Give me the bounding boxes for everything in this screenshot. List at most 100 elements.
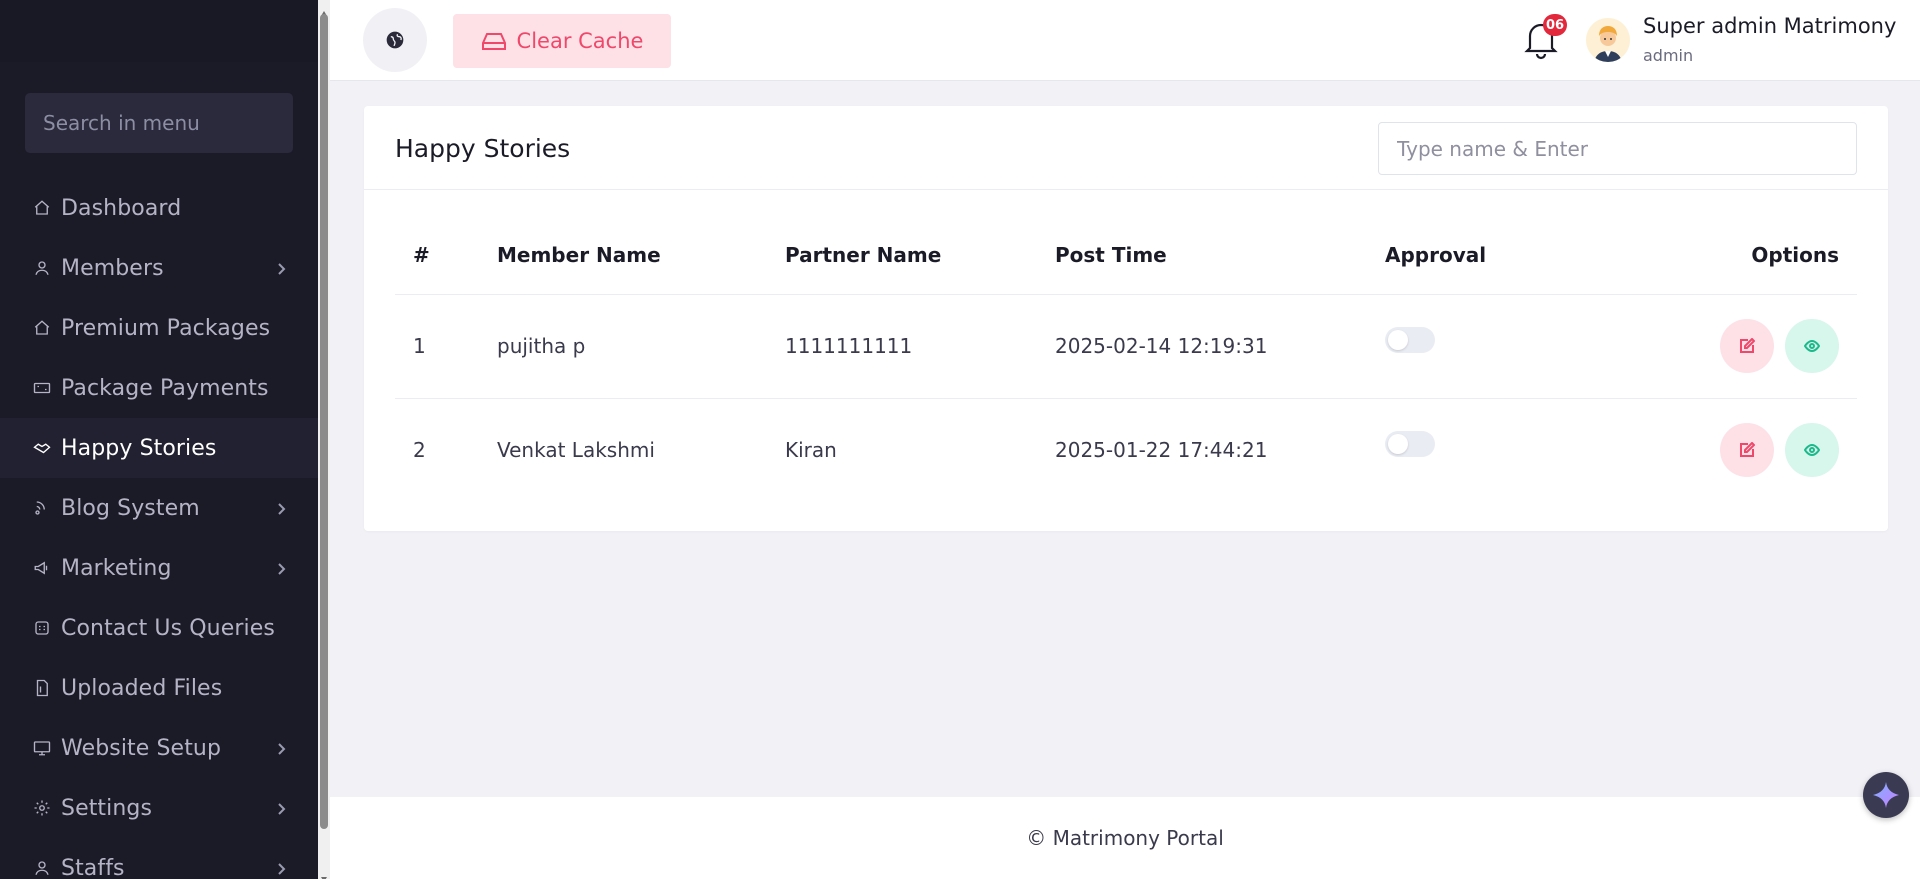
approval-cell <box>1367 294 1667 399</box>
happy-stories-card: Happy Stories # Member Name Partner Name… <box>364 106 1888 531</box>
partner-name: 1111111111 <box>767 294 1037 399</box>
options-cell <box>1667 294 1857 399</box>
post-time: 2025-02-14 12:19:31 <box>1037 294 1367 399</box>
user-role: admin <box>1643 46 1694 65</box>
sidebar-item-label: Settings <box>61 795 153 821</box>
options-cell <box>1667 398 1857 502</box>
sidebar-item-premium-packages[interactable]: Premium Packages <box>0 298 318 358</box>
language-globe-button[interactable] <box>363 8 427 72</box>
eye-icon <box>1804 444 1820 457</box>
sidebar-item-members[interactable]: Members <box>0 238 318 298</box>
eye-icon <box>1804 339 1820 353</box>
chevron-right-icon <box>274 561 288 575</box>
sidebar-item-label: Uploaded Files <box>61 675 223 701</box>
footer: © Matrimony Portal <box>330 797 1920 879</box>
member-name: pujitha p <box>479 294 767 399</box>
menu-search-input[interactable] <box>25 93 293 153</box>
scrollbar-thumb[interactable] <box>320 14 328 829</box>
user-icon <box>32 258 52 278</box>
scroll-down-arrow-icon[interactable] <box>320 868 328 879</box>
globe-icon <box>386 31 404 49</box>
blog-icon <box>32 498 52 518</box>
sidebar-item-website-setup[interactable]: Website Setup <box>0 718 318 778</box>
row-number: 2 <box>413 438 426 463</box>
sidebar-scrollbar[interactable] <box>318 0 330 879</box>
chevron-right-icon <box>274 861 288 875</box>
sidebar-item-label: Premium Packages <box>61 315 271 341</box>
sidebar-item-package-payments[interactable]: Package Payments <box>0 358 318 418</box>
handshake-icon <box>32 438 52 458</box>
sidebar-item-label: Blog System <box>61 495 200 521</box>
user-icon <box>32 858 52 878</box>
view-button[interactable] <box>1785 319 1839 373</box>
sidebar-item-staffs[interactable]: Staffs <box>0 838 318 879</box>
member-name: Venkat Lakshmi <box>497 438 655 463</box>
column-header-approval: Approval <box>1367 216 1667 295</box>
row-number: 1 <box>395 294 479 399</box>
sidebar-item-label: Happy Stories <box>61 435 217 461</box>
notification-count-badge: 06 <box>1543 14 1568 36</box>
page-title: Happy Stories <box>395 134 571 163</box>
sidebar-item-label: Staffs <box>61 855 125 879</box>
edit-icon <box>1739 338 1755 353</box>
sidebar-item-label: Package Payments <box>61 375 269 401</box>
home-icon <box>32 318 52 338</box>
sidebar-item-blog-system[interactable]: Blog System <box>0 478 318 538</box>
chevron-right-icon <box>274 261 288 275</box>
sidebar-item-label: Contact Us Queries <box>61 615 275 641</box>
sidebar-logo-area <box>0 0 318 62</box>
sidebar: Dashboard Members Premium Packages Packa… <box>0 0 318 879</box>
sparkle-icon <box>1873 782 1899 808</box>
edit-button[interactable] <box>1719 423 1774 478</box>
top-header: Clear Cache 06 Super admin Matrimony adm… <box>330 0 1920 81</box>
column-header-member-name: Member Name <box>479 216 767 295</box>
money-icon <box>32 378 52 398</box>
approval-toggle[interactable] <box>1385 326 1435 353</box>
column-header-partner-name: Partner Name <box>767 216 1037 295</box>
chevron-right-icon <box>274 741 288 755</box>
sidebar-item-settings[interactable]: Settings <box>0 778 318 838</box>
sidebar-item-label: Dashboard <box>61 195 182 221</box>
chevron-right-icon <box>274 501 288 515</box>
sidebar-item-contact-us-queries[interactable]: Contact Us Queries <box>0 598 318 658</box>
happy-stories-table: # Member Name Partner Name Post Time App… <box>395 216 1857 502</box>
post-time: 2025-01-22 17:44:21 <box>1055 438 1268 463</box>
approval-toggle[interactable] <box>1385 430 1435 457</box>
gear-icon <box>32 798 52 818</box>
home-icon <box>32 198 52 218</box>
view-button[interactable] <box>1785 423 1839 478</box>
user-name[interactable]: Super admin Matrimony <box>1643 14 1896 38</box>
edit-button[interactable] <box>1719 319 1774 373</box>
user-avatar-icon <box>1586 18 1630 62</box>
phone-icon <box>32 618 52 638</box>
approval-cell <box>1367 398 1667 502</box>
table-header-row: # Member Name Partner Name Post Time App… <box>395 216 1857 295</box>
clear-cache-button[interactable]: Clear Cache <box>453 14 671 68</box>
card-header: Happy Stories <box>364 106 1888 190</box>
sidebar-item-marketing[interactable]: Marketing <box>0 538 318 598</box>
table-row: 1 pujitha p 1111111111 2025-02-14 12:19:… <box>395 294 1857 399</box>
sidebar-item-happy-stories[interactable]: Happy Stories <box>0 418 318 478</box>
story-search-input[interactable] <box>1378 122 1857 175</box>
table-row: 2 Venkat Lakshmi Kiran 2025-01-22 17:44:… <box>395 398 1857 502</box>
sidebar-item-label: Marketing <box>61 555 172 581</box>
column-header-number: # <box>395 216 479 295</box>
megaphone-icon <box>32 558 52 578</box>
scroll-up-arrow-icon[interactable] <box>320 3 328 16</box>
column-header-post-time: Post Time <box>1037 216 1367 295</box>
avatar[interactable] <box>1586 18 1630 62</box>
chevron-right-icon <box>274 801 288 815</box>
monitor-icon <box>32 738 52 758</box>
sidebar-item-uploaded-files[interactable]: Uploaded Files <box>0 658 318 718</box>
footer-copyright: © Matrimony Portal <box>1026 826 1224 850</box>
partner-name: Kiran <box>785 438 837 463</box>
edit-icon <box>1739 442 1755 458</box>
sidebar-item-dashboard[interactable]: Dashboard <box>0 178 318 238</box>
ai-assistant-button[interactable] <box>1863 772 1909 818</box>
sidebar-menu: Dashboard Members Premium Packages Packa… <box>0 178 318 879</box>
hard-drive-icon <box>481 33 506 50</box>
sidebar-item-label: Website Setup <box>61 735 222 761</box>
sidebar-item-label: Members <box>61 255 164 281</box>
clear-cache-label: Clear Cache <box>516 29 644 53</box>
file-icon <box>32 678 52 698</box>
